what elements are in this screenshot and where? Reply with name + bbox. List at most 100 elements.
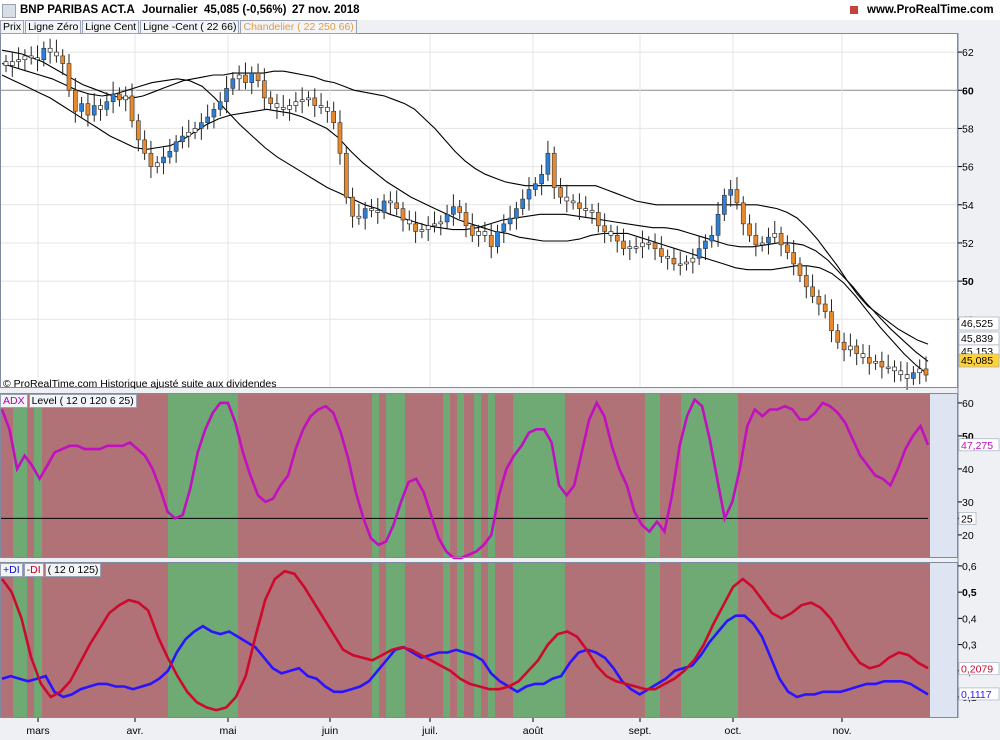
price-tick-label: 50	[962, 276, 974, 288]
candle-body	[469, 225, 475, 236]
candle-body	[457, 206, 463, 213]
candle-body	[785, 244, 790, 253]
candle-body	[747, 223, 752, 236]
candle-body	[476, 231, 481, 236]
tab-plus-di[interactable]: +DI	[0, 563, 23, 577]
candle-body	[740, 202, 746, 225]
price-panel-background	[0, 33, 958, 388]
candle-body	[482, 231, 488, 236]
di-zone-green	[681, 562, 738, 718]
di-zone-green	[645, 562, 660, 718]
chart-window: BNP PARIBAS ACT.A Journalier 45,085 (-0,…	[0, 0, 1000, 740]
candle-body	[495, 231, 500, 248]
candle-body	[627, 246, 633, 249]
candle-body	[803, 275, 809, 288]
candle-body	[633, 246, 639, 249]
candle-body	[224, 88, 229, 103]
candle-body	[249, 72, 255, 83]
candle-body	[514, 208, 519, 219]
price-panel-tabs: Prix Ligne Zéro Ligne Cent Ligne -Cent (…	[0, 20, 358, 34]
candle-body	[583, 208, 589, 211]
candle-body	[268, 97, 273, 104]
candle-body	[66, 63, 72, 91]
di-panel-tabs: +DI -DI ( 12 0 125)	[0, 563, 102, 577]
candle-body	[362, 208, 368, 219]
adx-zone-green	[681, 393, 738, 558]
candle-body	[161, 156, 166, 164]
di-zone-red	[238, 562, 372, 718]
candle-body	[772, 233, 778, 238]
adx-panel-tabs: ADX Level ( 12 0 120 6 25)	[0, 394, 138, 408]
tab-ligne-moins-cent[interactable]: Ligne -Cent ( 22 66)	[140, 20, 240, 34]
candle-body	[507, 217, 513, 225]
di-zone-red	[565, 562, 645, 718]
tab-di-params[interactable]: ( 12 0 125)	[44, 563, 102, 577]
tab-adx[interactable]: ADX	[0, 394, 28, 408]
candle-body	[589, 210, 595, 213]
adx-zone-red	[379, 393, 386, 558]
candle-body	[501, 223, 507, 232]
candle-body	[262, 80, 267, 99]
month-label: nov.	[832, 725, 851, 737]
tab-minus-di[interactable]: -DI	[23, 563, 44, 577]
candle-body	[104, 101, 110, 110]
adx-zone-green	[443, 393, 450, 558]
candle-body	[369, 208, 374, 211]
candle-body	[444, 214, 450, 223]
candle-body	[816, 296, 822, 305]
candle-body	[129, 95, 135, 122]
candle-body	[180, 135, 185, 143]
candle-body	[47, 47, 53, 53]
candle-body	[98, 105, 103, 110]
candle-body	[911, 372, 916, 379]
candle-body	[306, 97, 311, 101]
candle-body	[167, 151, 173, 158]
month-label: mai	[220, 725, 237, 737]
di-zone-red	[450, 562, 457, 718]
candle-body	[646, 242, 652, 245]
candle-body	[558, 187, 563, 198]
candle-body	[432, 223, 437, 227]
tab-prix[interactable]: Prix	[0, 20, 25, 34]
price-tick-label: 62	[962, 47, 974, 59]
candle-body	[539, 173, 544, 185]
candle-body	[835, 330, 841, 343]
price-tick-label: 56	[962, 162, 974, 174]
candle-body	[72, 89, 78, 112]
candle-body	[343, 152, 349, 198]
candle-body	[545, 152, 551, 175]
candle-body	[551, 152, 557, 188]
candle-body	[350, 196, 355, 217]
month-label: mars	[26, 725, 49, 737]
candle-body	[684, 261, 689, 265]
candle-body	[570, 200, 576, 204]
tab-level[interactable]: Level ( 12 0 120 6 25)	[28, 394, 137, 408]
candle-body	[375, 210, 381, 213]
di-zone-green	[372, 562, 379, 718]
candle-body	[532, 183, 538, 190]
candle-body	[690, 257, 696, 263]
candle-body	[577, 202, 582, 209]
candle-body	[892, 366, 897, 372]
candle-body	[60, 55, 66, 64]
tab-ligne-cent[interactable]: Ligne Cent	[82, 20, 140, 34]
candle-body	[898, 370, 904, 375]
month-label: avr.	[127, 725, 144, 737]
candle-body	[659, 248, 664, 257]
tab-chandelier[interactable]: Chandelier ( 22 250 66)	[240, 20, 357, 34]
candle-body	[9, 61, 15, 66]
candle-body	[274, 103, 280, 108]
candle-body	[117, 93, 122, 101]
month-label: août	[523, 725, 544, 737]
price-last-value: 46,525	[961, 318, 993, 330]
adx-tick-label: 20	[962, 530, 974, 542]
tab-ligne-zero[interactable]: Ligne Zéro	[25, 20, 82, 34]
candle-body	[665, 256, 670, 259]
candle-body	[860, 353, 866, 358]
di-zone-red	[660, 562, 681, 718]
di-zone-red	[495, 562, 513, 718]
candle-body	[671, 257, 677, 265]
candle-body	[728, 189, 733, 196]
candle-body	[879, 360, 885, 368]
adx-zone-green	[13, 393, 27, 558]
